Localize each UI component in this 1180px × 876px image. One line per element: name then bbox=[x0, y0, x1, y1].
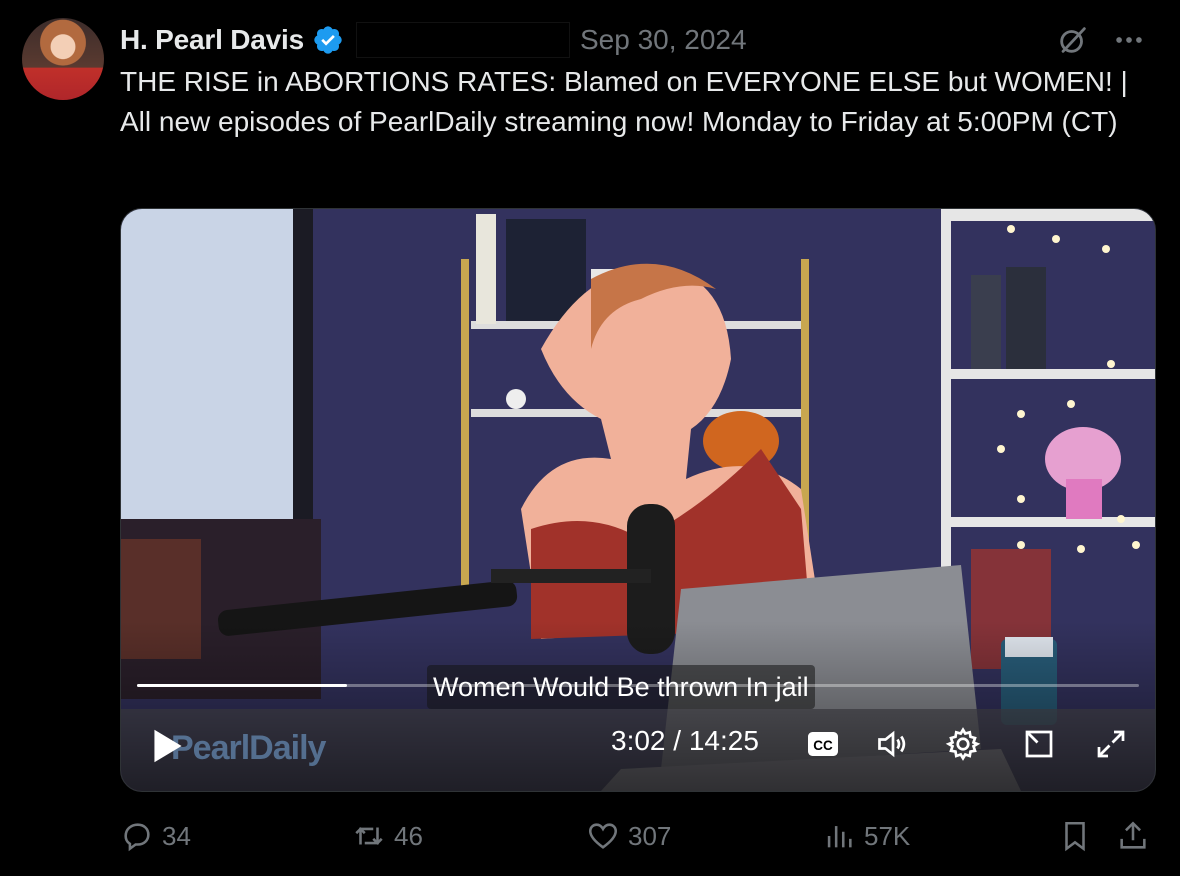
time-display: 3:02 / 14:25 bbox=[611, 725, 759, 756]
grok-icon[interactable] bbox=[1056, 23, 1090, 57]
views-count: 57K bbox=[864, 820, 911, 851]
repost-icon bbox=[355, 827, 383, 845]
bookmark-icon bbox=[1065, 821, 1085, 852]
settings-gear-icon[interactable] bbox=[945, 726, 981, 762]
video-caption: Women Would Be thrown In jail bbox=[427, 665, 815, 709]
post-date[interactable]: Sep 30, 2024 bbox=[580, 24, 747, 56]
progress-fill bbox=[137, 684, 348, 687]
author-name[interactable]: H. Pearl Davis bbox=[120, 24, 304, 56]
verified-badge-icon bbox=[314, 26, 342, 54]
views-button[interactable]: 57K bbox=[822, 812, 910, 860]
reply-icon bbox=[124, 823, 150, 852]
heart-icon bbox=[588, 823, 618, 849]
redacted-link bbox=[126, 147, 476, 180]
post-text-content: THE RISE in ABORTIONS RATES: Blamed on E… bbox=[120, 66, 1128, 137]
volume-icon[interactable] bbox=[875, 726, 911, 762]
svg-text:CC: CC bbox=[813, 738, 833, 753]
pip-icon[interactable] bbox=[1021, 726, 1057, 762]
avatar[interactable] bbox=[22, 18, 104, 100]
reply-count: 34 bbox=[162, 820, 191, 851]
post-header: H. Pearl Davis Sep 30, 2024 bbox=[120, 20, 1160, 60]
repost-button[interactable]: 46 bbox=[352, 812, 423, 860]
closed-captions-icon[interactable]: CC bbox=[805, 726, 841, 762]
fullscreen-icon[interactable] bbox=[1093, 726, 1129, 762]
share-button[interactable] bbox=[1116, 812, 1158, 860]
play-icon[interactable] bbox=[151, 727, 185, 765]
share-icon bbox=[1120, 821, 1146, 849]
more-options-icon[interactable] bbox=[1112, 23, 1146, 57]
post-text: THE RISE in ABORTIONS RATES: Blamed on E… bbox=[120, 62, 1160, 182]
progress-bar[interactable] bbox=[137, 684, 1139, 687]
repost-count: 46 bbox=[394, 820, 423, 851]
views-chart-icon bbox=[827, 826, 852, 848]
like-count: 307 bbox=[628, 820, 672, 851]
watermark-logo: PearlDaily bbox=[171, 729, 326, 767]
video-player[interactable]: Women Would Be thrown In jail PearlDaily… bbox=[120, 208, 1156, 792]
bookmark-button[interactable] bbox=[1058, 812, 1100, 860]
post-actions: 34 46 307 57K bbox=[120, 812, 1154, 860]
like-button[interactable]: 307 bbox=[586, 812, 671, 860]
reply-button[interactable]: 34 bbox=[120, 812, 191, 860]
redacted-handle bbox=[355, 22, 570, 58]
